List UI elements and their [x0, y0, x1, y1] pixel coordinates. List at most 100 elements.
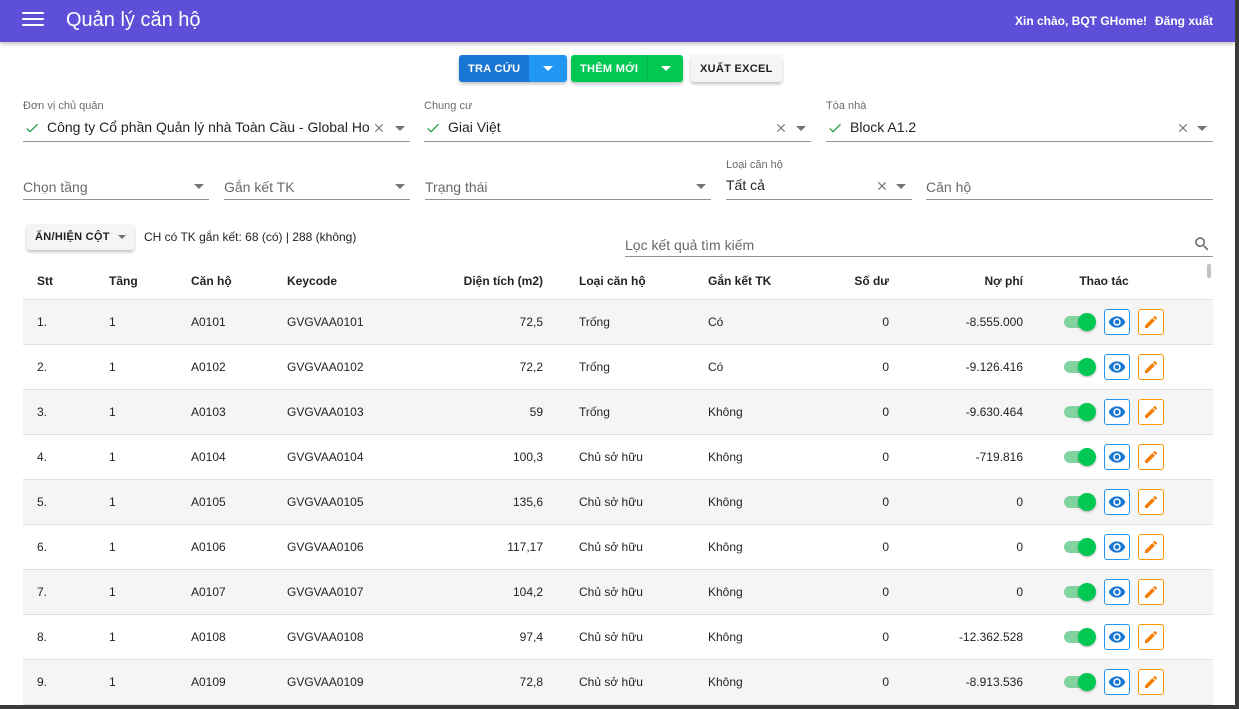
active-toggle[interactable]: [1062, 357, 1096, 377]
edit-button[interactable]: [1138, 353, 1164, 380]
clear-icon[interactable]: [372, 121, 386, 135]
cell-floor: 1: [109, 344, 191, 390]
chevron-down-icon[interactable]: [395, 184, 405, 189]
view-button[interactable]: [1104, 308, 1130, 335]
chevron-down-icon[interactable]: [796, 126, 806, 131]
cell-keycode: GVGVAA0104: [287, 434, 397, 480]
header-debt[interactable]: Nợ phí: [893, 263, 1023, 300]
header-floor[interactable]: Tầng: [109, 263, 191, 300]
clear-icon[interactable]: [875, 179, 889, 193]
edit-button[interactable]: [1138, 623, 1164, 650]
result-filter-input[interactable]: Lọc kết quả tìm kiếm: [625, 233, 1213, 257]
chevron-down-icon: [660, 66, 671, 71]
clear-icon[interactable]: [774, 121, 788, 135]
active-toggle[interactable]: [1062, 582, 1096, 602]
search-button[interactable]: TRA CỨU: [459, 55, 530, 82]
header-stt[interactable]: Stt: [23, 263, 109, 300]
export-excel-button[interactable]: XUẤT EXCEL: [691, 55, 782, 82]
table-row: 1. 1 A0101 GVGVAA0101 72,5 Trống Có 0 -8…: [23, 299, 1213, 345]
chevron-down-icon[interactable]: [1197, 126, 1207, 131]
apartment-table: Stt Tầng Căn hộ Keycode Diện tích (m2) L…: [23, 263, 1213, 705]
eye-icon: [1108, 675, 1126, 688]
active-toggle[interactable]: [1062, 627, 1096, 647]
edit-button[interactable]: [1138, 668, 1164, 695]
chevron-down-icon[interactable]: [395, 126, 405, 131]
cell-stt: 8.: [23, 614, 109, 660]
clear-icon[interactable]: [1176, 121, 1190, 135]
apartment-placeholder: Căn hộ: [926, 179, 972, 195]
eye-icon: [1108, 630, 1126, 643]
header-area[interactable]: Diện tích (m2): [397, 263, 545, 300]
edit-button[interactable]: [1138, 308, 1164, 335]
edit-button[interactable]: [1138, 398, 1164, 425]
link-select[interactable]: Gắn kết TK: [224, 172, 410, 200]
search-dropdown-button[interactable]: [529, 55, 568, 82]
status-select[interactable]: Trạng thái: [425, 172, 711, 200]
floor-select[interactable]: Chọn tầng: [23, 172, 209, 200]
chevron-down-icon: [117, 235, 126, 239]
active-toggle[interactable]: [1062, 492, 1096, 512]
cell-debt: -8.555.000: [893, 299, 1023, 345]
pencil-icon: [1145, 630, 1157, 643]
header-apartment[interactable]: Căn hộ: [191, 263, 287, 300]
header-balance[interactable]: Số dư: [783, 263, 893, 300]
cell-debt: 0: [893, 479, 1023, 525]
cell-keycode: GVGVAA0109: [287, 659, 397, 705]
edit-button[interactable]: [1138, 578, 1164, 605]
toggle-columns-button[interactable]: ẨN/HIỆN CỘT: [27, 224, 134, 250]
edit-button[interactable]: [1138, 443, 1164, 470]
view-button[interactable]: [1104, 623, 1130, 650]
cell-actions: [1023, 659, 1213, 705]
view-button[interactable]: [1104, 668, 1130, 695]
greeting-text: Xin chào, BQT GHome!: [1014, 14, 1147, 28]
cell-keycode: GVGVAA0102: [287, 344, 397, 390]
edit-button[interactable]: [1138, 533, 1164, 560]
active-toggle[interactable]: [1062, 447, 1096, 467]
eye-icon: [1108, 315, 1126, 328]
chevron-down-icon[interactable]: [696, 184, 706, 189]
active-toggle[interactable]: [1062, 402, 1096, 422]
result-filter-placeholder: Lọc kết quả tìm kiếm: [625, 237, 755, 253]
chevron-down-icon[interactable]: [194, 184, 204, 189]
cell-debt: -8.913.536: [893, 659, 1023, 705]
check-icon: [26, 123, 38, 133]
view-button[interactable]: [1104, 353, 1130, 380]
cell-type: Trống: [545, 299, 673, 345]
eye-icon: [1108, 360, 1126, 373]
active-toggle[interactable]: [1062, 537, 1096, 557]
view-button[interactable]: [1104, 398, 1130, 425]
link-placeholder: Gắn kết TK: [224, 179, 295, 195]
owner-label: Đơn vị chủ quản: [23, 100, 104, 112]
logout-link[interactable]: Đăng xuất: [1155, 14, 1213, 28]
cell-type: Trống: [545, 389, 673, 435]
building-select[interactable]: Tòa nhà Block A1.2: [826, 100, 1213, 142]
header-link[interactable]: Gắn kết TK: [673, 263, 783, 300]
header-keycode[interactable]: Keycode: [287, 263, 397, 300]
view-button[interactable]: [1104, 488, 1130, 515]
owner-select[interactable]: Đơn vị chủ quản Công ty Cổ phần Quản lý …: [23, 100, 410, 142]
pencil-icon: [1145, 675, 1157, 688]
chevron-down-icon[interactable]: [896, 184, 906, 189]
cell-apartment: A0104: [191, 434, 287, 480]
apartment-input[interactable]: Căn hộ: [926, 172, 1213, 200]
add-dropdown-button[interactable]: [647, 55, 684, 82]
view-button[interactable]: [1104, 443, 1130, 470]
cell-link: Không: [673, 479, 783, 525]
add-button[interactable]: THÊM MỚI: [571, 55, 648, 82]
search-button-group: TRA CỨU: [459, 55, 568, 82]
cell-link: Không: [673, 659, 783, 705]
cell-link: Có: [673, 344, 783, 390]
header-type[interactable]: Loại căn hộ: [545, 263, 673, 300]
type-select[interactable]: Loại căn hộ Tất cả: [726, 159, 912, 200]
view-button[interactable]: [1104, 578, 1130, 605]
active-toggle[interactable]: [1062, 672, 1096, 692]
active-toggle[interactable]: [1062, 312, 1096, 332]
edit-button[interactable]: [1138, 488, 1164, 515]
cell-stt: 3.: [23, 389, 109, 435]
type-label: Loại căn hộ: [726, 159, 783, 171]
menu-icon[interactable]: [22, 12, 44, 30]
cell-area: 104,2: [397, 569, 545, 615]
search-icon[interactable]: [1193, 235, 1211, 253]
view-button[interactable]: [1104, 533, 1130, 560]
complex-select[interactable]: Chung cư Giai Việt: [424, 100, 811, 142]
